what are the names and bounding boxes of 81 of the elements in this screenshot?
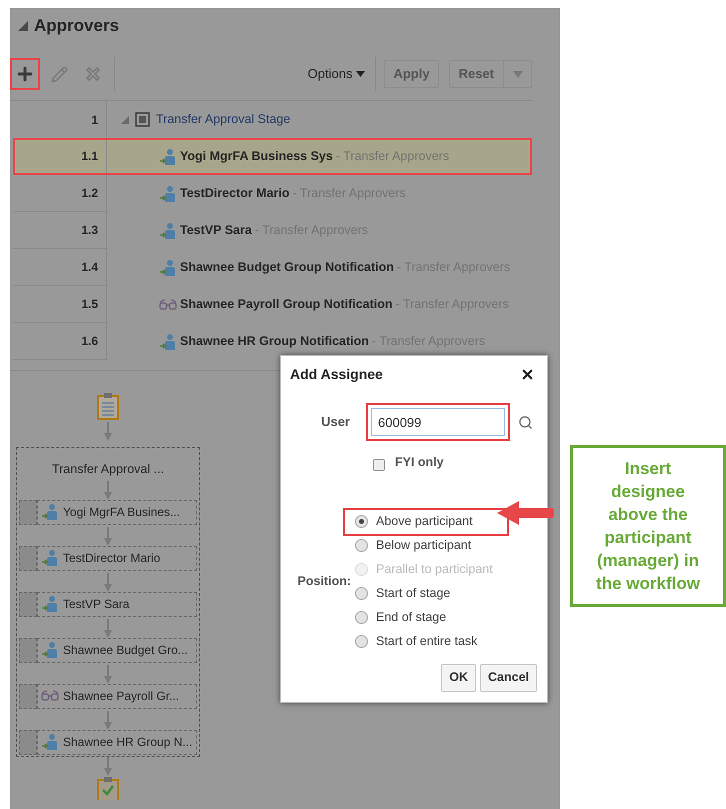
clipboard-icon [97,392,119,420]
caret-icon [512,70,522,78]
user-icon [159,184,177,202]
node-handle[interactable] [19,500,37,525]
approver-name: TestVP Sara [180,222,252,240]
row-number: 1.4 [13,249,107,286]
options-menu[interactable]: Options [308,57,376,91]
row-number: 1.6 [13,323,107,360]
add-button[interactable] [10,58,40,90]
clipboard-check-icon [97,776,119,800]
glasses-icon [41,690,59,702]
approver-node[interactable]: Shawnee HR Group N... [37,730,197,755]
connector-arrow [104,422,112,441]
connector-arrow [104,756,112,776]
connector-arrow [104,618,112,638]
connector-arrow [104,710,112,730]
position-radio[interactable]: Above participant [345,510,507,534]
user-icon [159,148,177,166]
user-input[interactable]: 600099 [371,408,505,436]
node-handle[interactable] [19,730,37,755]
position-radio[interactable]: End of stage [345,606,507,630]
collapse-triangle-icon[interactable] [18,21,28,31]
row-number: 1.3 [13,212,107,249]
position-label: Position: [298,573,351,590]
user-icon [41,549,59,568]
glasses-icon [159,298,177,310]
pencil-icon [50,66,68,82]
user-icon [41,595,59,614]
fyi-label: FYI only [395,454,444,471]
section-title: Approvers [34,15,120,38]
approver-node[interactable]: Shawnee Payroll Gr... [37,684,197,709]
connector-arrow [104,480,112,500]
close-icon[interactable] [520,366,535,382]
connector-arrow [104,664,112,684]
row-number: 1.1 [13,138,107,175]
dialog-title: Add Assignee [290,364,383,384]
node-handle[interactable] [19,546,37,571]
approver-name: TestDirector Mario [180,185,290,202]
position-radio[interactable]: Below participant [345,534,507,558]
connector-arrow [104,572,112,592]
node-handle[interactable] [19,684,37,709]
user-icon [41,641,59,660]
approver-node[interactable]: TestVP Sara [37,592,197,617]
node-label: TestDirector Mario [63,550,160,568]
expand-triangle-icon[interactable] [121,116,129,124]
node-label: Shawnee HR Group N... [63,734,192,752]
user-icon [159,222,177,240]
approver-node[interactable]: Yogi MgrFA Busines... [37,500,197,525]
caret-icon [356,71,366,77]
dialog-button[interactable]: Cancel [480,664,537,692]
approver-name: Shawnee HR Group Notification [180,333,369,350]
stage-icon [135,112,150,127]
approver-node[interactable]: Shawnee Budget Gro... [37,638,197,663]
approver-node[interactable]: TestDirector Mario [37,546,197,571]
user-icon [41,503,59,522]
delete-icon [85,66,101,82]
row-number: 1.2 [13,175,107,212]
stage-label[interactable]: Transfer Approval Stage [156,110,290,129]
connector-arrow [104,526,112,546]
user-icon [159,332,177,350]
approver-name: Yogi MgrFA Business Sys [180,148,333,166]
search-icon[interactable] [518,414,533,430]
callout-text: Insert designee above the participant (manager) in the workflow [595,458,701,595]
node-label: Yogi MgrFA Busines... [63,504,180,522]
fyi-checkbox[interactable] [373,459,385,472]
approver-name: Shawnee Payroll Group Notification [180,296,393,314]
node-handle[interactable] [19,592,37,617]
node-label: Shawnee Payroll Gr... [63,688,180,706]
pointer-arrow [497,500,555,526]
user-icon [41,733,59,752]
add-icon [15,64,35,84]
user-label: User [320,413,350,432]
node-label: Shawnee Budget Gro... [63,642,188,660]
user-icon [159,258,177,276]
node-handle[interactable] [19,638,37,663]
position-radio[interactable]: Start of entire task [345,630,507,654]
stage-label: Transfer Approval ... [52,461,164,478]
node-label: TestVP Sara [63,596,130,614]
dialog-button[interactable]: OK [441,664,476,692]
row-number: 1.5 [13,286,107,323]
approver-name: Shawnee Budget Group Notification [180,259,394,276]
